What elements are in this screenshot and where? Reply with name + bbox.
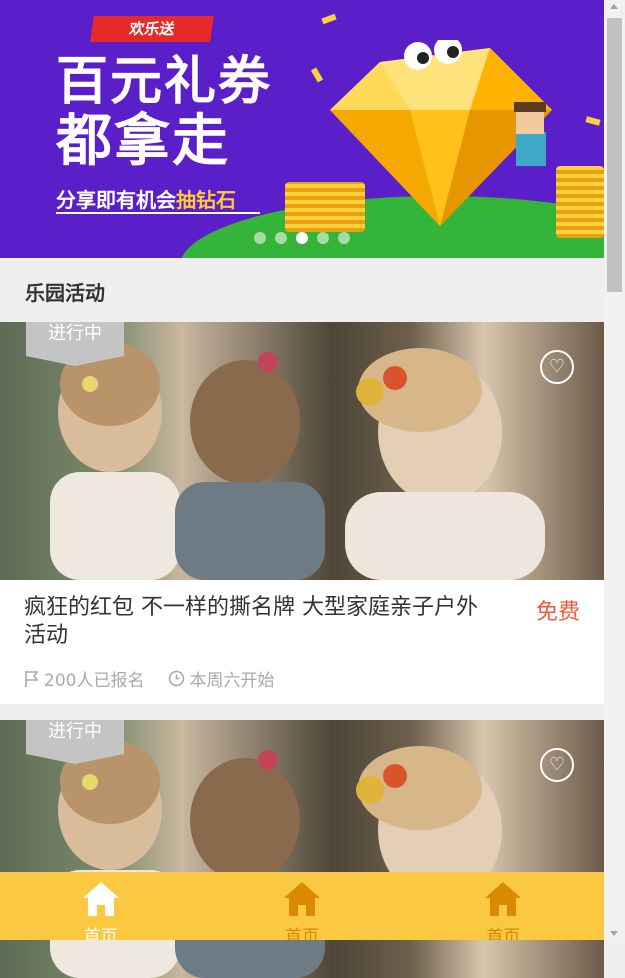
confetti [321,13,337,25]
banner-ribbon: 欢乐送 [90,16,214,42]
banner-title-line2: 都拿走 [56,109,230,174]
tab-home-3[interactable]: 首页 [403,872,604,940]
activity-photo[interactable]: 进行中 ♡ [0,322,604,580]
banner-subtitle-highlight: 抽钻石 [176,188,236,212]
favorite-heart-icon[interactable]: ♡ [540,748,574,782]
flag-icon [25,670,39,687]
scrollbar-thumb[interactable] [607,18,622,292]
status-tag: 进行中 [26,720,124,764]
tab-label: 首页 [83,927,118,940]
signup-count: 200人已报名 [44,671,145,691]
activity-card[interactable]: 进行中 ♡ 疯狂的红包 不一样的撕名牌 大型家庭亲子户外活动 免费 200人已报… [0,322,604,704]
scroll-down-arrow-icon[interactable] [610,931,618,936]
promo-banner[interactable]: 欢乐送 百元礼券 都拿走 分享即有机会抽钻石 [0,0,604,258]
activity-title[interactable]: 疯狂的红包 不一样的撕名牌 大型家庭亲子户外活动 [24,594,494,650]
carousel-dot[interactable] [254,232,266,244]
home-icon [283,882,320,916]
carousel-indicators [254,232,350,244]
activity-price: 免费 [535,600,580,625]
tab-label: 首页 [284,927,319,940]
bottom-tab-bar: 首页 首页 首页 [0,872,604,940]
tab-label: 首页 [486,927,521,940]
home-icon [485,882,522,916]
scroll-up-arrow-icon[interactable] [610,4,618,9]
carousel-dot[interactable] [338,232,350,244]
banner-underline [56,212,260,214]
gold-coins-stack [285,182,365,232]
activity-meta: 200人已报名 本周六开始 [24,666,274,691]
vertical-scrollbar[interactable] [604,0,625,940]
confetti [585,116,601,126]
tab-home[interactable]: 首页 [0,872,201,940]
start-time: 本周六开始 [189,671,275,691]
tab-home-2[interactable]: 首页 [201,872,402,940]
banner-subtitle-prefix: 分享即有机会 [56,188,176,212]
gold-coins-stack [556,166,604,238]
banner-title-line1: 百元礼券 [56,52,273,112]
clock-icon [169,670,185,687]
favorite-heart-icon[interactable]: ♡ [540,350,574,384]
signup-info: 200人已报名 [24,666,144,691]
status-tag: 进行中 [26,322,124,366]
carousel-dot[interactable] [317,232,329,244]
carousel-dot-active[interactable] [296,232,308,244]
start-info: 本周六开始 [168,666,274,691]
section-title: 乐园活动 [25,281,105,305]
home-icon [82,882,119,916]
banner-subtitle: 分享即有机会抽钻石 [56,184,236,213]
carousel-dot[interactable] [275,232,287,244]
